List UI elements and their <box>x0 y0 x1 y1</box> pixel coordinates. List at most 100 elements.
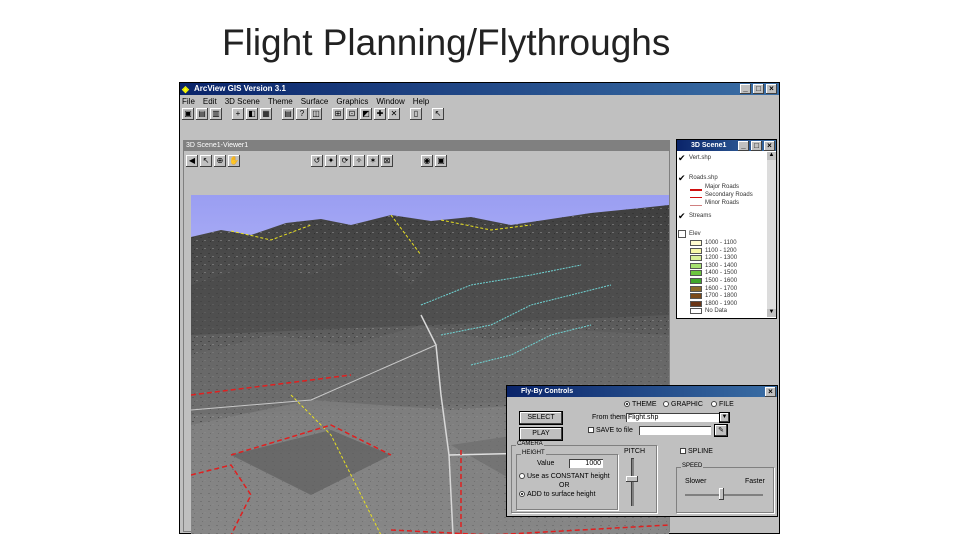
speed-slider-handle[interactable] <box>719 488 724 500</box>
mode-file-label: FILE <box>719 401 734 408</box>
check-icon[interactable]: ✔ <box>678 174 686 183</box>
height-value-input[interactable]: 1000 <box>569 459 603 468</box>
layout-icon[interactable]: ▯ <box>410 108 422 120</box>
legend-class-row: Secondary Roads <box>690 191 753 198</box>
scroll-up-icon[interactable]: ▲ <box>767 152 776 160</box>
zoom-active-icon[interactable]: ⊡ <box>346 108 358 120</box>
add-theme-icon[interactable]: + <box>232 108 244 120</box>
flyby-close-button[interactable]: × <box>765 387 776 397</box>
legend-scrollbar[interactable]: ▲ ▼ <box>767 152 776 317</box>
menu-window[interactable]: Window <box>376 96 404 107</box>
open-icon[interactable]: ▤ <box>196 108 208 120</box>
from-theme-label: From theme <box>592 414 630 421</box>
minor-road-symbol-icon <box>690 199 702 206</box>
use-constant-label: Use as CONSTANT height <box>527 473 610 480</box>
mode-graphic-radio[interactable]: GRAPHIC <box>663 401 703 408</box>
pointer-icon[interactable]: ↖ <box>200 155 212 167</box>
reset-icon[interactable]: ↺ <box>311 155 323 167</box>
help-icon[interactable]: ↖ <box>432 108 444 120</box>
legend-minimize-button[interactable]: _ <box>738 141 749 151</box>
zoom-tool-icon[interactable]: ⊕ <box>214 155 226 167</box>
menu-surface[interactable]: Surface <box>301 96 329 107</box>
scroll-down-icon[interactable]: ▼ <box>767 309 776 317</box>
elev-class-label: 1200 - 1300 <box>705 255 738 262</box>
elev-swatch <box>690 240 702 246</box>
camera-group: CAMERA HEIGHT Value 1000 Use as CONSTANT… <box>511 441 657 513</box>
legend-maximize-button[interactable]: □ <box>751 141 762 151</box>
elev-class-row: 1700 - 1800 <box>690 293 737 300</box>
legend-theme-row[interactable]: ✔ Vert.shp <box>678 154 711 163</box>
camera-icon[interactable]: ◉ <box>421 155 433 167</box>
elev-class-label: 1800 - 1900 <box>705 300 738 307</box>
table-icon[interactable]: ▤ <box>282 108 294 120</box>
zoom-in-icon[interactable]: ✚ <box>374 108 386 120</box>
select-all-icon[interactable]: ◫ <box>310 108 322 120</box>
check-icon[interactable]: ✔ <box>678 154 686 163</box>
checkbox-icon[interactable] <box>678 230 686 238</box>
checkbox-icon[interactable] <box>680 448 686 455</box>
navigate-3d-icon[interactable]: ✧ <box>353 155 365 167</box>
rotate-icon[interactable]: ⟳ <box>339 155 351 167</box>
play-button[interactable]: PLAY <box>520 428 562 440</box>
radio-selected-icon[interactable] <box>624 401 630 408</box>
select-button[interactable]: SELECT <box>520 412 562 424</box>
speed-slider-track[interactable] <box>685 494 763 496</box>
radio-icon[interactable] <box>663 401 669 408</box>
pitch-slider-handle[interactable] <box>626 476 638 482</box>
pitch-slider-track[interactable] <box>631 458 634 506</box>
use-constant-radio[interactable]: Use as CONSTANT height <box>519 473 610 480</box>
save-file-input[interactable] <box>639 426 711 435</box>
menu-theme[interactable]: Theme <box>268 96 293 107</box>
zoom-3d-icon[interactable]: ✶ <box>367 155 379 167</box>
menu-file[interactable]: File <box>182 96 195 107</box>
major-road-symbol-icon <box>690 183 702 191</box>
zoom-out-icon[interactable]: ✕ <box>388 108 400 120</box>
menu-3d-scene[interactable]: 3D Scene <box>225 96 260 107</box>
elev-class-label: 1500 - 1600 <box>705 278 738 284</box>
legend-close-button[interactable]: × <box>764 141 775 151</box>
faster-label: Faster <box>745 478 765 485</box>
check-icon[interactable]: ✔ <box>678 212 686 221</box>
target-icon[interactable]: ▣ <box>435 155 447 167</box>
query-icon[interactable]: ? <box>296 108 308 120</box>
radio-selected-icon[interactable] <box>519 491 525 498</box>
elev-swatch <box>690 285 702 292</box>
radio-icon[interactable] <box>519 473 525 480</box>
add-to-surface-radio[interactable]: ADD to surface height <box>519 491 595 498</box>
menu-edit[interactable]: Edit <box>203 96 217 107</box>
legend-theme-row[interactable]: ✔ Roads.shp <box>678 174 718 183</box>
legend-body: ✔ Vert.shp ✔ Roads.shp Major Roads Secon… <box>678 152 766 317</box>
legend-editor-icon[interactable]: ▦ <box>260 108 272 120</box>
fly-icon[interactable]: ✦ <box>325 155 337 167</box>
browse-folder-icon[interactable]: ✎ <box>715 425 727 436</box>
full-extent-icon[interactable]: ⊠ <box>381 155 393 167</box>
zoom-selected-icon[interactable]: ◩ <box>360 108 372 120</box>
chevron-down-icon[interactable]: ▼ <box>720 413 729 422</box>
menu-graphics[interactable]: Graphics <box>336 96 368 107</box>
checkbox-icon[interactable] <box>588 427 594 434</box>
zoom-full-icon[interactable]: ⊞ <box>332 108 344 120</box>
print-icon[interactable]: ▥ <box>210 108 222 120</box>
pan-tool-icon[interactable]: ✋ <box>228 155 240 167</box>
mode-file-radio[interactable]: FILE <box>711 401 734 408</box>
theme-properties-icon[interactable]: ◧ <box>246 108 258 120</box>
slower-label: Slower <box>685 478 707 485</box>
mode-theme-label: THEME <box>632 401 657 408</box>
menu-help[interactable]: Help <box>413 96 429 107</box>
navigate-icon[interactable]: ◀ <box>186 155 198 167</box>
elev-swatch <box>690 308 702 315</box>
minimize-button[interactable]: _ <box>740 84 751 94</box>
from-theme-select[interactable]: Flight.shp <box>626 413 726 422</box>
app-title: ArcView GIS Version 3.1 <box>194 84 286 93</box>
save-to-file-checkbox[interactable]: SAVE to file <box>588 427 633 434</box>
legend-theme-row[interactable]: Elev <box>678 230 701 238</box>
legend-theme-row[interactable]: ✔ Streams <box>678 212 711 221</box>
or-label: OR <box>559 482 570 489</box>
close-button[interactable]: × <box>766 84 777 94</box>
spline-checkbox[interactable]: SPLINE <box>680 448 713 455</box>
radio-icon[interactable] <box>711 401 717 408</box>
mode-theme-radio[interactable]: THEME <box>624 401 657 408</box>
save-icon[interactable]: ▣ <box>182 108 194 120</box>
maximize-button[interactable]: □ <box>753 84 764 94</box>
elev-class-label: 1400 - 1500 <box>705 270 738 277</box>
